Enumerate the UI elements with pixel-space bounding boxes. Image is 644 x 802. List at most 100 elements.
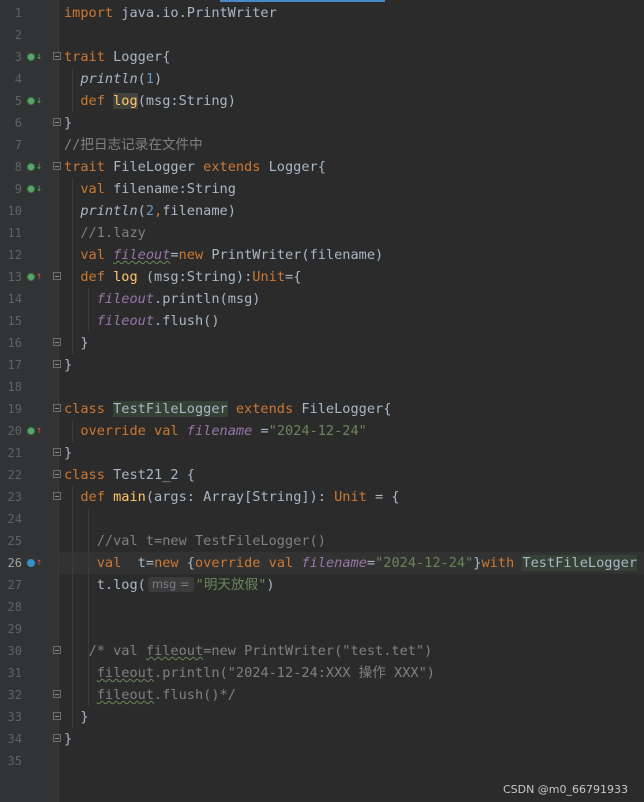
fold-toggle-icon[interactable] [53, 690, 61, 698]
fold-toggle-icon[interactable] [53, 734, 61, 742]
code-token: println [80, 203, 138, 219]
code-line[interactable]: 14 fileout.println(msg) [0, 288, 644, 310]
fold-toggle-icon[interactable] [53, 646, 61, 654]
code-text[interactable]: println(1) [64, 68, 162, 90]
code-line[interactable]: 34} [0, 728, 644, 750]
code-text[interactable]: t.log(msg = "明天放假") [64, 574, 275, 596]
fold-toggle-icon[interactable] [53, 360, 61, 368]
code-line[interactable]: 35 [0, 750, 644, 772]
line-number: 26 [7, 556, 22, 570]
code-line[interactable]: 18 [0, 376, 644, 398]
code-token: main [113, 489, 146, 505]
overrides-icon[interactable]: ↑ [27, 425, 43, 437]
implemented-icon[interactable]: ↓ [27, 95, 43, 107]
code-token: PrintWriter(filename) [203, 247, 384, 263]
code-line[interactable]: 8 ↓ trait FileLogger extends Logger{ [0, 156, 644, 178]
code-line[interactable]: 31 fileout.println("2024-12-24:XXX 操作 XX… [0, 662, 644, 684]
code-line[interactable]: 6} [0, 112, 644, 134]
code-line[interactable]: 26 ↑ val t=new {override val filename="20… [0, 552, 644, 574]
code-text[interactable]: import java.io.PrintWriter [64, 2, 277, 24]
code-text[interactable]: fileout.flush()*/ [64, 684, 236, 706]
code-line[interactable]: 5 ↓ def log(msg:String) [0, 90, 644, 112]
code-line[interactable]: 33 } [0, 706, 644, 728]
code-text[interactable]: class Test21_2 { [64, 464, 195, 486]
code-text[interactable]: } [64, 354, 72, 376]
code-line[interactable]: 17} [0, 354, 644, 376]
code-text[interactable]: val t=new {override val filename="2024-1… [64, 552, 637, 574]
code-token: } [64, 357, 73, 373]
code-line[interactable]: 15 fileout.flush() [0, 310, 644, 332]
code-text[interactable]: override val filename ="2024-12-24" [64, 420, 366, 442]
code-line[interactable]: 1 import java.io.PrintWriter [0, 2, 644, 24]
code-line[interactable]: 12 val fileout=new PrintWriter(filename) [0, 244, 644, 266]
code-text[interactable]: def main(args: Array[String]): Unit = { [64, 486, 399, 508]
code-line[interactable]: 13 ↑ def log (msg:String):Unit={ [0, 266, 644, 288]
code-text[interactable]: } [64, 706, 88, 728]
code-text[interactable]: fileout.flush() [64, 310, 220, 332]
code-token: println [80, 71, 138, 87]
code-text[interactable]: println(2,filename) [64, 200, 236, 222]
code-text[interactable]: } [64, 728, 72, 750]
code-line[interactable]: 32 fileout.flush()*/ [0, 684, 644, 706]
code-line[interactable]: 10 println(2,filename) [0, 200, 644, 222]
fold-toggle-icon[interactable] [53, 52, 61, 60]
fold-toggle-icon[interactable] [53, 338, 61, 346]
fold-toggle-icon[interactable] [53, 404, 61, 412]
code-line[interactable]: 28 [0, 596, 644, 618]
code-text[interactable]: //1.lazy [64, 222, 145, 244]
code-text[interactable]: } [64, 112, 72, 134]
code-text[interactable]: //val t=new TestFileLogger() [64, 530, 326, 552]
code-text[interactable]: trait FileLogger extends Logger{ [64, 156, 326, 178]
code-line[interactable]: 24 [0, 508, 644, 530]
line-number: 32 [7, 688, 22, 702]
code-text[interactable]: fileout.println("2024-12-24:XXX 操作 XXX") [64, 662, 435, 684]
code-text[interactable]: trait Logger{ [64, 46, 170, 68]
code-token: fileout [96, 687, 155, 703]
implemented-icon[interactable]: ↓ [27, 161, 43, 173]
code-line[interactable]: 29 [0, 618, 644, 640]
code-line[interactable]: 22 class Test21_2 { [0, 464, 644, 486]
code-text[interactable]: val filename:String [64, 178, 236, 200]
code-line[interactable]: 19 class TestFileLogger extends FileLogge… [0, 398, 644, 420]
code-line[interactable]: 21} [0, 442, 644, 464]
code-text[interactable]: } [64, 332, 88, 354]
code-line[interactable]: 11 //1.lazy [0, 222, 644, 244]
code-line[interactable]: 9 ↓ val filename:String [0, 178, 644, 200]
code-line[interactable]: 4 println(1) [0, 68, 644, 90]
code-token: def [80, 489, 114, 505]
fold-toggle-icon[interactable] [53, 162, 61, 170]
code-line[interactable]: 20 ↑ override val filename ="2024-12-24" [0, 420, 644, 442]
line-number: 7 [14, 138, 22, 152]
code-line[interactable]: 7 //把日志记录在文件中 [0, 134, 644, 156]
code-editor[interactable]: 1 import java.io.PrintWriter 2 3 ↓ trait Logg… [0, 0, 644, 802]
code-text[interactable]: } [64, 442, 72, 464]
code-line[interactable]: 23 def main(args: Array[String]): Unit =… [0, 486, 644, 508]
overrides-icon[interactable]: ↑ [27, 271, 43, 283]
code-text[interactable]: //把日志记录在文件中 [64, 134, 203, 156]
implemented-icon[interactable]: ↓ [27, 51, 43, 63]
code-token: trait [64, 49, 105, 65]
code-line[interactable]: 27 t.log(msg = "明天放假") [0, 574, 644, 596]
implemented-icon[interactable]: ↓ [27, 183, 43, 195]
code-line[interactable]: 2 [0, 24, 644, 46]
code-token: /* val [88, 643, 146, 659]
code-line[interactable]: 16 } [0, 332, 644, 354]
fold-toggle-icon[interactable] [53, 492, 61, 500]
code-text[interactable]: /* val fileout=new PrintWriter("test.tet… [64, 640, 433, 662]
code-line[interactable]: 3 ↓ trait Logger{ [0, 46, 644, 68]
fold-toggle-icon[interactable] [53, 118, 61, 126]
code-text[interactable]: val fileout=new PrintWriter(filename) [64, 244, 383, 266]
fold-toggle-icon[interactable] [53, 272, 61, 280]
code-text[interactable]: def log (msg:String):Unit={ [64, 266, 301, 288]
code-text[interactable]: fileout.println(msg) [64, 288, 261, 310]
overrides-icon[interactable]: ↑ [27, 557, 43, 569]
fold-toggle-icon[interactable] [53, 448, 61, 456]
fold-toggle-icon[interactable] [53, 712, 61, 720]
fold-toggle-icon[interactable] [53, 470, 61, 478]
code-line[interactable]: 25 //val t=new TestFileLogger() [0, 530, 644, 552]
code-text[interactable]: def log(msg:String) [64, 90, 236, 112]
code-line[interactable]: 30 /* val fileout=new PrintWriter("test.… [0, 640, 644, 662]
code-token: , [154, 203, 163, 219]
code-text[interactable]: class TestFileLogger extends FileLogger{ [64, 398, 391, 420]
